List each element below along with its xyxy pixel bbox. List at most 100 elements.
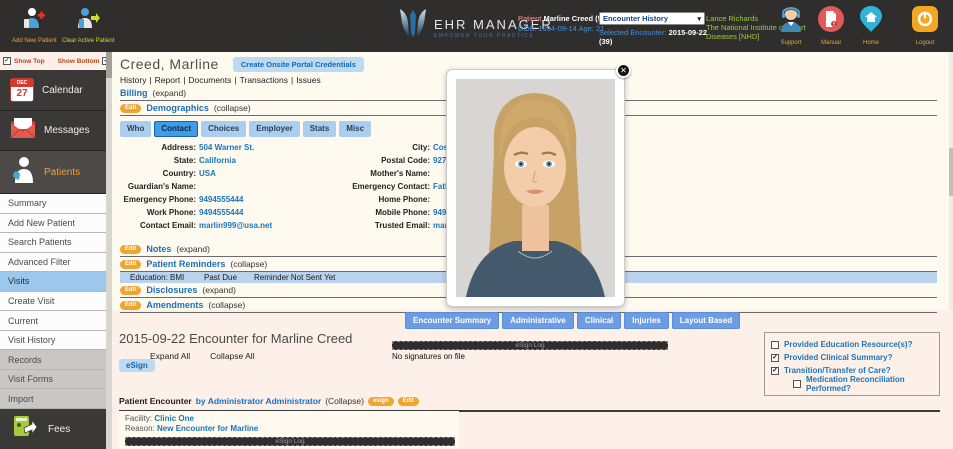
encounter-history-select[interactable]: Encounter History ▾ [599,12,705,25]
tab-administrative[interactable]: Administrative [502,312,574,329]
amendments-section-toggle[interactable]: Amendments [146,300,203,310]
tab-encounter-summary[interactable]: Encounter Summary [405,312,499,329]
tab-layout-based[interactable]: Layout Based [672,312,740,329]
esign-button[interactable]: eSign [119,359,155,372]
amendments-edit-button[interactable]: Edit [120,301,141,310]
sidebar-item-visit-history[interactable]: Visit History [0,331,106,351]
link-report[interactable]: Report [155,75,181,85]
transition-transfer-of-care-checkbox[interactable]: ✓ [771,367,779,375]
show-top-checkbox[interactable]: ✓ [3,57,11,65]
reminder-note: Reminder Not Sent Yet [254,273,335,282]
esign-log-bar: eSign Log [125,437,455,446]
sidebar-item-visit-forms[interactable]: Visit Forms [0,370,106,390]
header-nav-icons: Support Manual [771,5,945,46]
sidebar-item-calendar[interactable]: DEC 27 Calendar [0,70,106,111]
support-button[interactable]: Support [771,5,811,46]
support-icon [777,5,805,38]
billing-section-toggle[interactable]: Billing [120,88,148,98]
sidebar-item-records[interactable]: Records [0,350,106,370]
facility-value[interactable]: Clinic One [154,414,194,423]
selected-encounter-label: Selected Encounter: [599,28,667,37]
sidebar-item-fees[interactable]: Fees [0,409,106,449]
tab-employer[interactable]: Employer [249,121,299,137]
messages-label: Messages [44,125,90,136]
expand-all-link[interactable]: Expand All [150,351,190,361]
tab-choices[interactable]: Choices [201,121,246,137]
field-label: Home Phone: [320,193,430,206]
link-transactions[interactable]: Transactions [240,75,288,85]
tab-who[interactable]: Who [120,121,151,137]
sidebar-item-patients[interactable]: Patients [0,151,106,194]
field-label: Postal Code: [320,154,430,167]
billing-expand-hint: (expand) [153,88,187,98]
field-label: Emergency Phone: [120,193,196,206]
checklist-label: Provided Clinical Summary? [784,353,892,362]
sidebar-item-search-patients[interactable]: Search Patients [0,233,106,253]
collapse-all-link[interactable]: Collapse All [210,351,254,361]
disclosures-edit-button[interactable]: Edit [120,286,141,295]
app-root: Add New Patient Clear Active Patient [0,0,953,449]
add-new-patient-button[interactable]: Add New Patient [12,6,57,44]
sidebar-item-summary[interactable]: Summary [0,194,106,214]
sidebar-item-create-visit[interactable]: Create Visit [0,292,106,312]
panel-scrollbar-thumb[interactable] [949,148,953,196]
patient-reminders-section-toggle[interactable]: Patient Reminders [146,259,225,269]
field-label: Trusted Email: [320,219,430,232]
checklist-item: Provided Education Resource(s)? [771,338,933,351]
sidebar-item-messages[interactable]: Messages [0,111,106,151]
sidebar-menu: Summary Add New Patient Search Patients … [0,194,106,409]
disclosures-section-toggle[interactable]: Disclosures [146,285,197,295]
home-icon [857,5,885,38]
link-documents[interactable]: Documents [188,75,231,85]
field-label: State: [120,154,196,167]
demographics-edit-button[interactable]: Edit [120,104,141,113]
patient-encounter-edit-pill[interactable]: Edit [398,397,419,406]
patient-encounter-header: Patient Encounter by Administrator Admin… [119,396,940,412]
tab-contact[interactable]: Contact [154,121,198,137]
tab-clinical[interactable]: Clinical [577,312,621,329]
link-issues[interactable]: Issues [296,75,321,85]
support-label: Support [780,40,801,46]
tab-injuries[interactable]: Injuries [624,312,668,329]
calendar-label: Calendar [42,85,83,96]
messages-envelope-icon [10,117,36,144]
reminder-status: Past Due [204,273,254,282]
tab-misc[interactable]: Misc [339,121,371,137]
patient-encounter-esign-pill[interactable]: esign [368,397,394,406]
panel-scrollbar[interactable] [949,52,953,310]
patient-encounter-author[interactable]: by Administrator Administrator [196,396,321,406]
sidebar-item-advanced-filter[interactable]: Advanced Filter [0,253,106,273]
field-label: Work Phone: [120,206,196,219]
demographics-section-toggle[interactable]: Demographics [146,103,209,113]
patient-name: Marline Creed (5) [543,14,604,23]
notes-expand-hint: (expand) [176,244,210,254]
provided-education-resources-checkbox[interactable] [771,341,779,349]
no-signatures-text: No signatures on file [392,352,668,361]
sidebar-item-current[interactable]: Current [0,311,106,331]
sidebar-item-import[interactable]: Import [0,389,106,409]
medication-reconciliation-checkbox[interactable] [793,380,801,388]
facility-label: Facility: [125,414,152,423]
reason-value[interactable]: New Encounter for Marline [157,424,258,433]
close-icon[interactable]: ✕ [616,63,631,78]
sidebar-item-add-new-patient[interactable]: Add New Patient [0,214,106,234]
clear-active-patient-button[interactable]: Clear Active Patient [62,6,114,44]
field-label: Mother's Name: [320,167,430,180]
patient-reminders-edit-button[interactable]: Edit [120,260,141,269]
disclosures-expand-hint: (expand) [202,285,236,295]
home-label: Home [863,40,879,46]
link-history[interactable]: History [120,75,146,85]
notes-edit-button[interactable]: Edit [120,245,141,254]
patient-encounter-collapse-hint: (Collapse) [325,396,364,406]
home-button[interactable]: Home [851,5,891,46]
tab-stats[interactable]: Stats [303,121,337,137]
patient-dob: DOB: 1994-09-14 Age: 21 [518,24,610,34]
manual-button[interactable]: Manual [811,5,851,46]
add-new-patient-label: Add New Patient [12,38,57,44]
logout-button[interactable]: Logout [905,5,945,46]
provided-clinical-summary-checkbox[interactable]: ✓ [771,354,779,362]
notes-section-toggle[interactable]: Notes [146,244,171,254]
create-onsite-portal-credentials-button[interactable]: Create Onsite Portal Credentials [233,57,364,72]
amendments-collapse-hint: (collapse) [208,300,245,310]
sidebar-item-visits[interactable]: Visits [0,272,106,292]
